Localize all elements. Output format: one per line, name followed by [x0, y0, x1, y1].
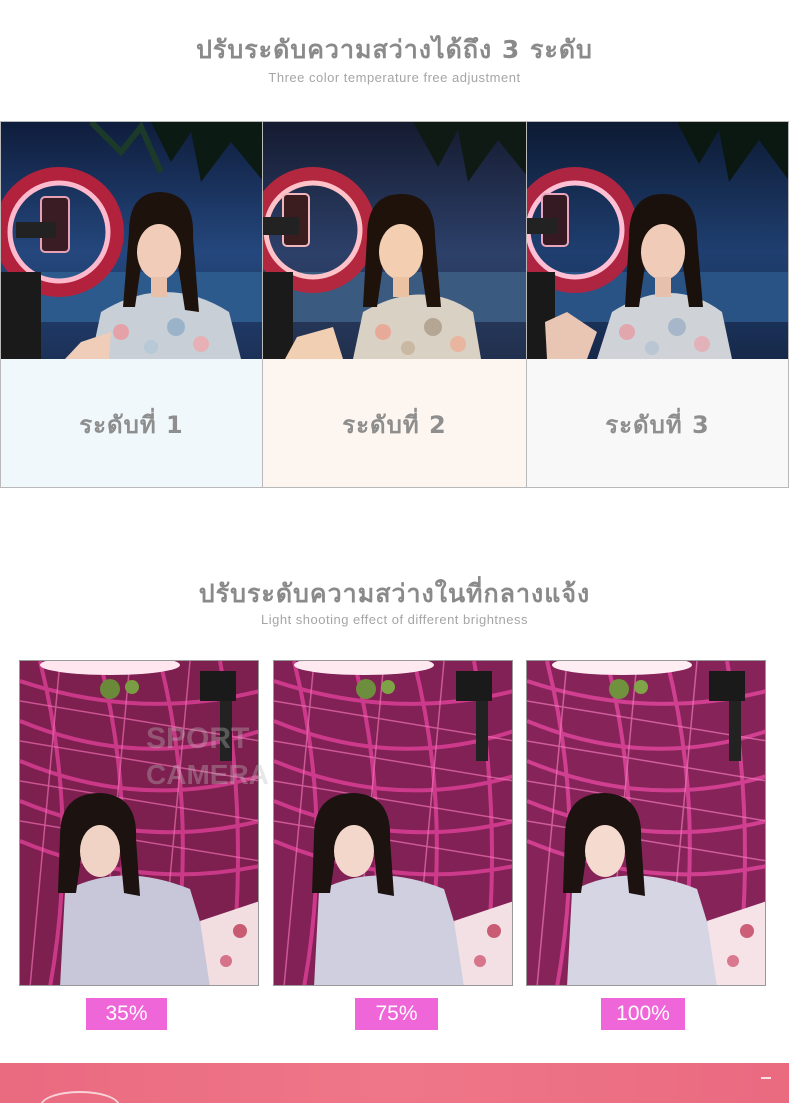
brightness-photo-75: [273, 660, 513, 986]
product-detail-page: ปรับระดับความสว่างได้ถึง 3 ระดับ Three c…: [0, 0, 789, 1103]
color-level-box-3: ระดับที่ 3: [527, 359, 788, 487]
ring-light-photo-level-2: [263, 122, 526, 359]
color-level-box-2: ระดับที่ 2: [263, 359, 526, 487]
brightness-badge-2: 75%: [355, 998, 438, 1030]
brightness-photo-100: [526, 660, 766, 986]
ring-light-photo-level-3: [527, 122, 788, 359]
footer-pink-band: [0, 1063, 789, 1103]
brightness-photo-35: [19, 660, 259, 986]
color-level-panel-1: ระดับที่ 1: [0, 121, 263, 488]
color-level-label-1: ระดับที่ 1: [79, 410, 184, 439]
color-level-label-3: ระดับที่ 3: [605, 410, 710, 439]
section-subtitle-color-levels: Three color temperature free adjustment: [268, 70, 521, 85]
color-level-panel-2: ระดับที่ 2: [262, 121, 527, 488]
color-level-label-2: ระดับที่ 2: [342, 410, 447, 439]
color-level-panel-3: ระดับที่ 3: [526, 121, 789, 488]
brightness-badge-1: 35%: [86, 998, 167, 1030]
band-decoration: [40, 1091, 120, 1103]
section-title-brightness: ปรับระดับความสว่างในที่กลางแจ้ง: [198, 579, 591, 608]
brightness-badge-3: 100%: [601, 998, 685, 1030]
section-subtitle-brightness: Light shooting effect of different brigh…: [260, 612, 529, 627]
color-level-box-1: ระดับที่ 1: [1, 359, 262, 487]
section-title-color-levels: ปรับระดับความสว่างได้ถึง 3 ระดับ: [196, 35, 593, 64]
band-dash: [761, 1077, 771, 1079]
color-level-comparison: ระดับที่ 1 ระดับที่ 2 ระดับที่ 3: [0, 121, 789, 488]
ring-light-photo-level-1: [1, 122, 262, 359]
